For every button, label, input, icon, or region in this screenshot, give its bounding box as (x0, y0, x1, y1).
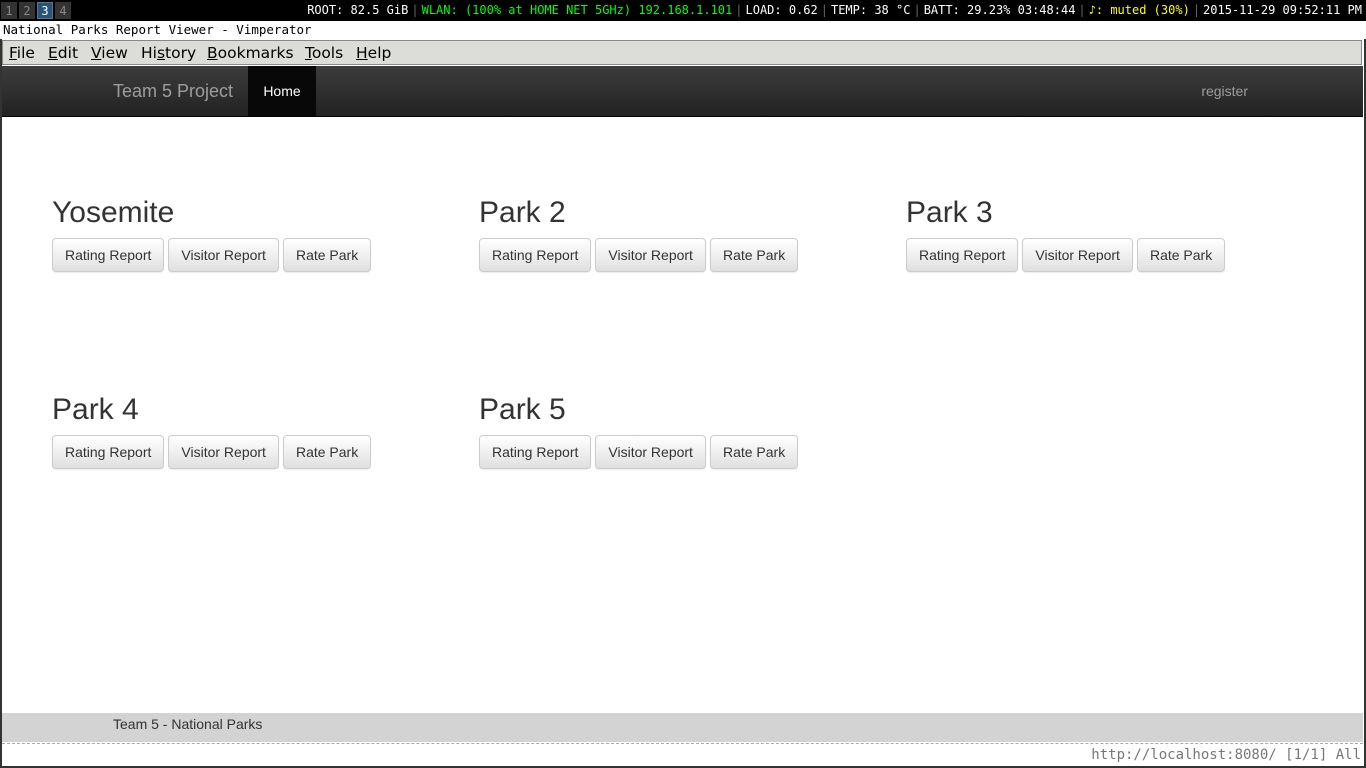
park-card-park-4: Park 4 Rating Report Visitor Report Rate… (52, 393, 372, 469)
menu-tools[interactable]: Tools (305, 44, 343, 62)
page-footer: Team 5 - National Parks (2, 713, 1363, 742)
park-title: Park 3 (906, 196, 993, 229)
rating-report-button[interactable]: Rating Report (479, 238, 592, 272)
load-status: LOAD: 0.62 (745, 3, 818, 17)
rate-park-button[interactable]: Rate Park (709, 238, 799, 272)
park-title: Park 5 (479, 393, 566, 426)
visitor-report-button[interactable]: Visitor Report (595, 238, 706, 272)
rating-report-button[interactable]: Rating Report (52, 238, 165, 272)
rating-report-button[interactable]: Rating Report (479, 435, 592, 469)
park-card-park-5: Park 5 Rating Report Visitor Report Rate… (479, 393, 799, 469)
menu-history[interactable]: History (141, 44, 196, 62)
menu-bar: File Edit View History Bookmarks Tools H… (2, 40, 1362, 65)
status-url: http://localhost:8080/ [1/1] All (1091, 747, 1361, 763)
menu-view[interactable]: View (91, 44, 128, 62)
menu-file[interactable]: File (9, 44, 35, 62)
menu-help[interactable]: Help (356, 44, 391, 62)
park-card-park-2: Park 2 Rating Report Visitor Report Rate… (479, 196, 799, 272)
workspace-4-button[interactable]: 4 (55, 2, 71, 19)
menu-bookmarks[interactable]: Bookmarks (207, 44, 294, 62)
rating-report-button[interactable]: Rating Report (906, 238, 1019, 272)
rate-park-button[interactable]: Rate Park (709, 435, 799, 469)
workspace-2-button[interactable]: 2 (19, 2, 35, 19)
park-title: Park 4 (52, 393, 139, 426)
footer-text: Team 5 - National Parks (113, 716, 263, 732)
site-navbar: Team 5 Project Home register (2, 66, 1363, 117)
park-card-park-3: Park 3 Rating Report Visitor Report Rate… (906, 196, 1226, 272)
volume-status: ♪: muted (30%) (1088, 3, 1190, 17)
clock: 2015-11-29 09:52:11 PM (1203, 3, 1362, 17)
visitor-report-button[interactable]: Visitor Report (595, 435, 706, 469)
navbar-brand-link[interactable]: Team 5 Project (113, 66, 233, 116)
nav-register-link[interactable]: register (1201, 66, 1248, 116)
system-status-bar: 1 2 3 4 ROOT: 82.5 GiB | WLAN: (100% at HO… (0, 0, 1366, 21)
menu-edit[interactable]: Edit (48, 44, 78, 62)
wlan-status: WLAN: (100% at HOME NET 5GHz) 192.168.1.… (421, 3, 733, 17)
visitor-report-button[interactable]: Visitor Report (1022, 238, 1133, 272)
temp-status: TEMP: 38 °C (830, 3, 911, 17)
rating-report-button[interactable]: Rating Report (52, 435, 165, 469)
workspace-1-button[interactable]: 1 (1, 2, 17, 19)
window-title: National Parks Report Viewer - Vimperato… (0, 21, 1366, 39)
workspace-3-button[interactable]: 3 (37, 2, 53, 19)
rate-park-button[interactable]: Rate Park (282, 238, 372, 272)
visitor-report-button[interactable]: Visitor Report (168, 435, 279, 469)
rate-park-button[interactable]: Rate Park (1136, 238, 1226, 272)
visitor-report-button[interactable]: Visitor Report (168, 238, 279, 272)
park-card-yosemite: Yosemite Rating Report Visitor Report Ra… (52, 196, 372, 272)
battery-status: BATT: 29.23% 03:48:44 (923, 3, 1076, 17)
rate-park-button[interactable]: Rate Park (282, 435, 372, 469)
vimperator-status-line: http://localhost:8080/ [1/1] All (2, 743, 1363, 766)
park-title: Park 2 (479, 196, 566, 229)
status-items: ROOT: 82.5 GiB | WLAN: (100% at HOME NET 5… (307, 3, 1362, 17)
park-title: Yosemite (52, 196, 175, 229)
nav-home-link[interactable]: Home (248, 66, 316, 116)
disk-status: ROOT: 82.5 GiB (307, 3, 409, 17)
